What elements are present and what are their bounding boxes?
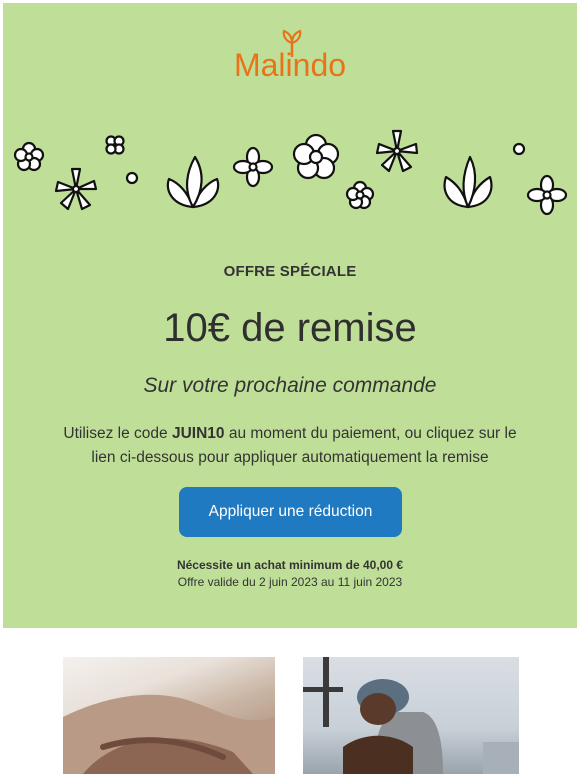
tulip-icon [166,155,220,209]
email-canvas: Malindo OFFRE SPÉCIALE 10€ de remise Sur… [0,0,580,774]
photo-man-with-cap-exercising[interactable] [303,657,519,774]
offer-subhead: Sur votre prochaine commande [143,374,437,397]
brand-logo[interactable]: Malindo [3,3,577,93]
offer-headline: 10€ de remise [163,306,417,350]
apply-discount-button[interactable]: Appliquer une réduction [179,487,402,537]
tulip-icon [443,155,493,209]
offer-instructions: Utilisez le code JUIN10 au moment du pai… [53,422,527,470]
dot-icon [512,142,526,156]
minimum-purchase-note: Nécessite un achat minimum de 40,00 € [176,558,404,572]
promo-section: Malindo OFFRE SPÉCIALE 10€ de remise Sur… [3,3,577,628]
flower-icon [232,146,274,188]
brand-name: Malindo [233,47,347,83]
offer-kicker: OFFRE SPÉCIALE [223,263,357,280]
dot-icon [125,171,139,185]
promo-code: JUIN10 [171,425,225,442]
photo-left-illustration [63,694,275,774]
flower-icon [105,135,125,155]
flower-garland [13,129,568,216]
flower-icon [526,174,568,216]
flower-icon [54,167,98,211]
flower-icon [345,180,375,210]
photo-person-holding-stomach[interactable] [63,657,275,774]
flower-icon [13,141,45,172]
flower-icon [375,129,419,173]
instructions-text-start: Utilisez le code [63,425,172,442]
photo-right-illustration [303,657,519,774]
offer-validity: Offre valide du 2 juin 2023 au 11 juin 2… [177,575,403,589]
flower-icon [292,133,340,180]
